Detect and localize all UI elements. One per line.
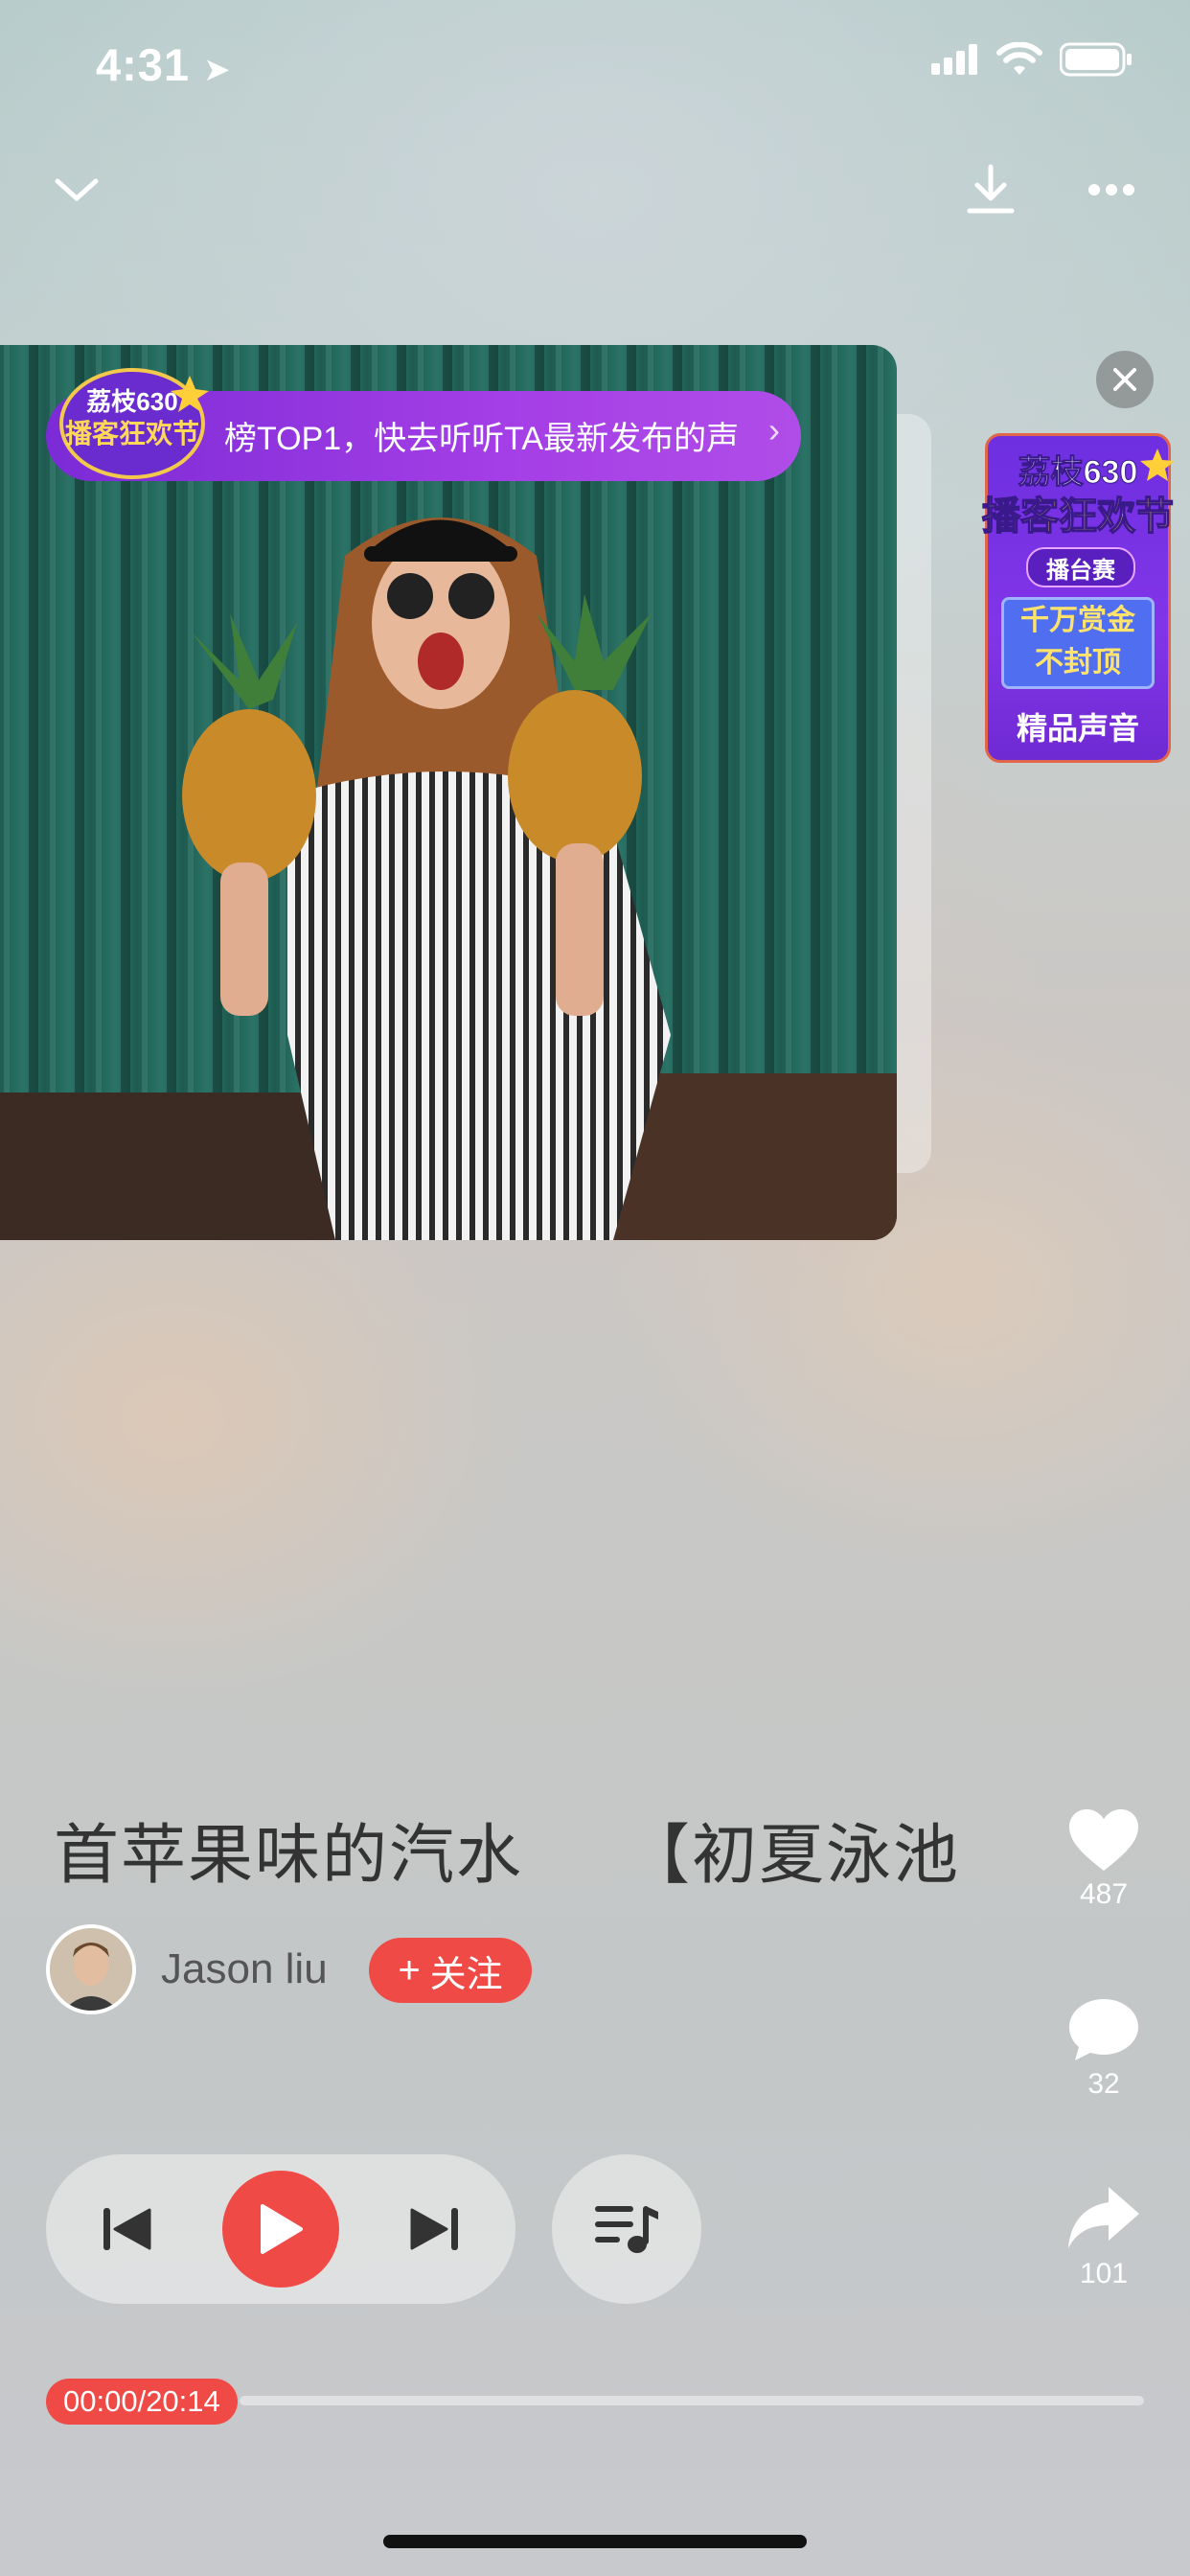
promo-logo: 荔枝630 播客狂欢节: [46, 356, 209, 481]
close-icon: [1113, 368, 1136, 391]
share-button[interactable]: 101: [1056, 2185, 1152, 2290]
wifi-icon: [996, 42, 1042, 75]
comment-icon: [1069, 1999, 1138, 2060]
playlist-button[interactable]: [552, 2154, 701, 2304]
ad-footer: 精品声音: [1016, 711, 1139, 746]
ad-line1: 荔枝630: [1018, 454, 1138, 491]
share-icon: [1068, 2187, 1139, 2248]
close-ad-button[interactable]: [1096, 351, 1154, 408]
promo-banner-text: 榜TOP1，快去听听TA最新发布的声: [224, 421, 740, 457]
comment-count: 32: [1087, 2068, 1120, 2100]
plus-icon: +: [398, 1948, 421, 1991]
track-title: 首苹果味的汽水 【初夏泳池: [54, 1819, 961, 1892]
playback-controls: [46, 2154, 515, 2304]
download-icon: [967, 164, 1015, 214]
collapse-button[interactable]: [38, 151, 115, 228]
ad-prize-box: 千万赏金 不封顶: [1001, 597, 1155, 689]
avatar-image: [50, 1928, 132, 2011]
progress-bar[interactable]: [240, 2396, 1144, 2405]
next-button[interactable]: [400, 2196, 468, 2263]
like-button[interactable]: 487: [1056, 1809, 1152, 1911]
status-icons: [931, 42, 1133, 77]
battery-icon: [1060, 42, 1132, 77]
status-time-text: 4:31: [96, 39, 191, 90]
skip-next-icon: [410, 2208, 458, 2250]
ad-line2: 播客狂欢节: [982, 495, 1174, 538]
playback-time[interactable]: 00:00/20:14: [46, 2379, 238, 2425]
play-icon: [261, 2204, 303, 2254]
status-time: 4:31 ➤: [96, 38, 232, 91]
ad-prize: 千万赏金: [1020, 605, 1135, 636]
more-icon: [1088, 184, 1134, 196]
ad-title: 荔枝630 播客狂欢节: [973, 441, 1182, 556]
download-button[interactable]: [952, 151, 1029, 228]
author-avatar[interactable]: [46, 1924, 136, 2014]
skip-previous-icon: [103, 2208, 151, 2250]
location-arrow-icon: ➤: [203, 52, 232, 88]
heart-icon: [1069, 1809, 1138, 1871]
like-count: 487: [1079, 1878, 1129, 1910]
follow-label: 关注: [429, 1954, 503, 1995]
share-count: 101: [1079, 2258, 1129, 2289]
ad-prize2: 不封顶: [1035, 647, 1121, 678]
comment-button[interactable]: 32: [1056, 1997, 1152, 2101]
chevron-down-icon: [55, 178, 99, 201]
chevron-right-icon: ›: [768, 410, 780, 449]
more-button[interactable]: [1073, 151, 1150, 228]
play-button[interactable]: [222, 2171, 339, 2288]
playlist-icon: [595, 2206, 658, 2253]
promo-logo-line1: 荔枝630: [86, 387, 177, 416]
follow-button[interactable]: + 关注: [369, 1938, 532, 2003]
signal-icon: [931, 44, 977, 75]
promo-logo-line2: 播客狂欢节: [65, 418, 199, 448]
previous-button[interactable]: [94, 2196, 161, 2263]
author-name[interactable]: Jason liu: [161, 1945, 328, 1993]
home-indicator: [383, 2535, 807, 2548]
